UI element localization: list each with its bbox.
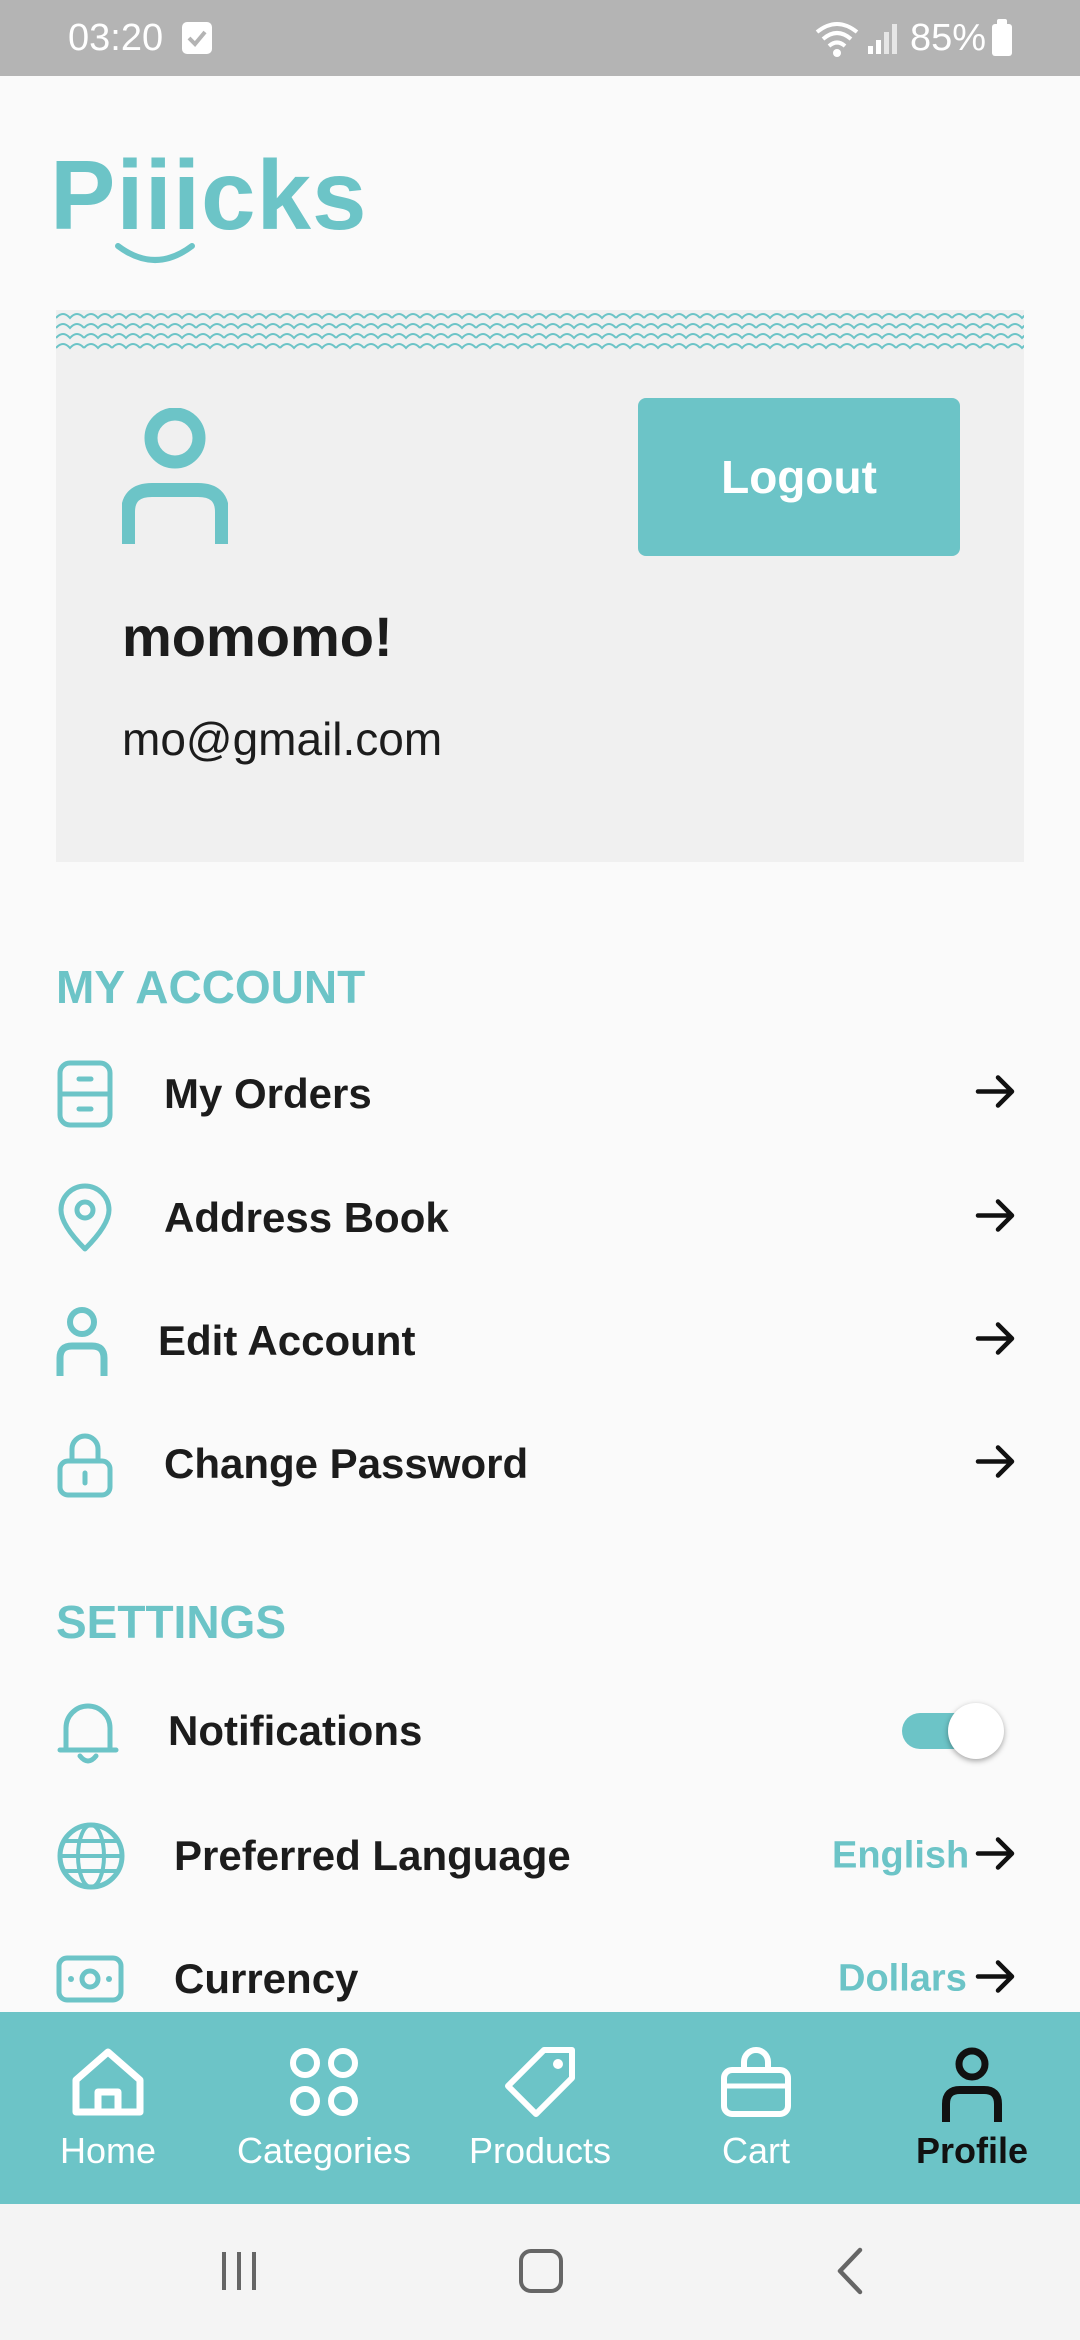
bell-icon bbox=[56, 1696, 120, 1766]
tag-icon bbox=[505, 2047, 575, 2117]
arrow-right-icon bbox=[974, 1957, 1018, 2002]
nav-products-label: Products bbox=[468, 2130, 612, 2171]
home-button-icon[interactable] bbox=[516, 2246, 566, 2296]
my-account-title: MY ACCOUNT bbox=[56, 961, 366, 1013]
home-icon bbox=[72, 2048, 144, 2116]
currency-label: Currency bbox=[174, 1955, 359, 2002]
logo-smile-icon bbox=[115, 243, 195, 263]
currency-value: Dollars bbox=[838, 1957, 967, 2000]
nav-cart[interactable]: Cart bbox=[648, 2012, 864, 2204]
nav-products[interactable]: Products bbox=[432, 2012, 648, 2204]
nav-home-label: Home bbox=[59, 2130, 157, 2171]
lock-icon bbox=[56, 1429, 114, 1499]
nav-profile-label: Profile bbox=[915, 2130, 1029, 2171]
address-book-row[interactable]: Address Book bbox=[56, 1168, 1024, 1268]
location-pin-icon bbox=[56, 1183, 114, 1253]
battery-icon bbox=[992, 19, 1012, 56]
profile-card: Logout momomo! mo@gmail.com bbox=[56, 352, 1024, 862]
check-icon bbox=[182, 22, 212, 54]
battery-level: 85% bbox=[910, 17, 987, 59]
app-logo: Piiicks bbox=[50, 140, 370, 280]
edit-account-row[interactable]: Edit Account bbox=[56, 1291, 1024, 1391]
status-time: 03:20 bbox=[68, 17, 164, 59]
globe-icon bbox=[56, 1821, 126, 1891]
back-icon[interactable] bbox=[826, 2246, 876, 2296]
notifications-label: Notifications bbox=[168, 1707, 423, 1754]
nav-categories-label: Categories bbox=[236, 2130, 412, 2171]
notifications-row: Notifications bbox=[56, 1681, 1024, 1781]
language-value: English bbox=[832, 1834, 970, 1877]
orders-icon bbox=[56, 1059, 114, 1129]
arrow-right-icon bbox=[974, 1442, 1018, 1487]
address-book-label: Address Book bbox=[164, 1194, 449, 1241]
user-name: momomo! bbox=[122, 605, 393, 668]
system-nav-bar bbox=[0, 2204, 1080, 2340]
toggle-knob bbox=[948, 1703, 1004, 1759]
profile-icon bbox=[942, 2047, 1002, 2122]
arrow-right-icon bbox=[974, 1072, 1018, 1117]
settings-title: SETTINGS bbox=[56, 1596, 287, 1648]
logo-text: Piiicks bbox=[50, 140, 368, 250]
notifications-toggle[interactable] bbox=[902, 1703, 1004, 1759]
nav-cart-label: Cart bbox=[721, 2130, 790, 2171]
bottom-nav: Home Categories Products Cart Profile bbox=[0, 2012, 1080, 2204]
banknote-icon bbox=[56, 1955, 124, 2003]
change-password-label: Change Password bbox=[164, 1440, 529, 1487]
bag-icon bbox=[721, 2047, 791, 2117]
nav-profile[interactable]: Profile bbox=[864, 2012, 1080, 2204]
arrow-right-icon bbox=[974, 1319, 1018, 1364]
recents-icon[interactable] bbox=[214, 2246, 264, 2296]
arrow-right-icon bbox=[974, 1196, 1018, 1241]
arrow-right-icon bbox=[974, 1834, 1018, 1879]
logout-button[interactable]: Logout bbox=[638, 398, 960, 556]
nav-categories[interactable]: Categories bbox=[216, 2012, 432, 2204]
preferred-language-label: Preferred Language bbox=[174, 1832, 571, 1879]
status-bar: 03:20 85% bbox=[0, 0, 1080, 76]
wifi-icon bbox=[814, 20, 860, 63]
my-orders-row[interactable]: My Orders bbox=[56, 1044, 1024, 1144]
my-orders-label: My Orders bbox=[164, 1070, 372, 1117]
nav-home[interactable]: Home bbox=[0, 2012, 216, 2204]
user-icon bbox=[56, 1306, 108, 1376]
categories-icon bbox=[290, 2048, 358, 2116]
user-email: mo@gmail.com bbox=[122, 713, 443, 765]
decorative-wave-pattern bbox=[56, 310, 1024, 352]
signal-icon bbox=[866, 22, 900, 61]
avatar-icon bbox=[122, 408, 228, 544]
edit-account-label: Edit Account bbox=[158, 1317, 416, 1364]
change-password-row[interactable]: Change Password bbox=[56, 1414, 1024, 1514]
preferred-language-row[interactable]: Preferred Language English bbox=[56, 1806, 1024, 1906]
